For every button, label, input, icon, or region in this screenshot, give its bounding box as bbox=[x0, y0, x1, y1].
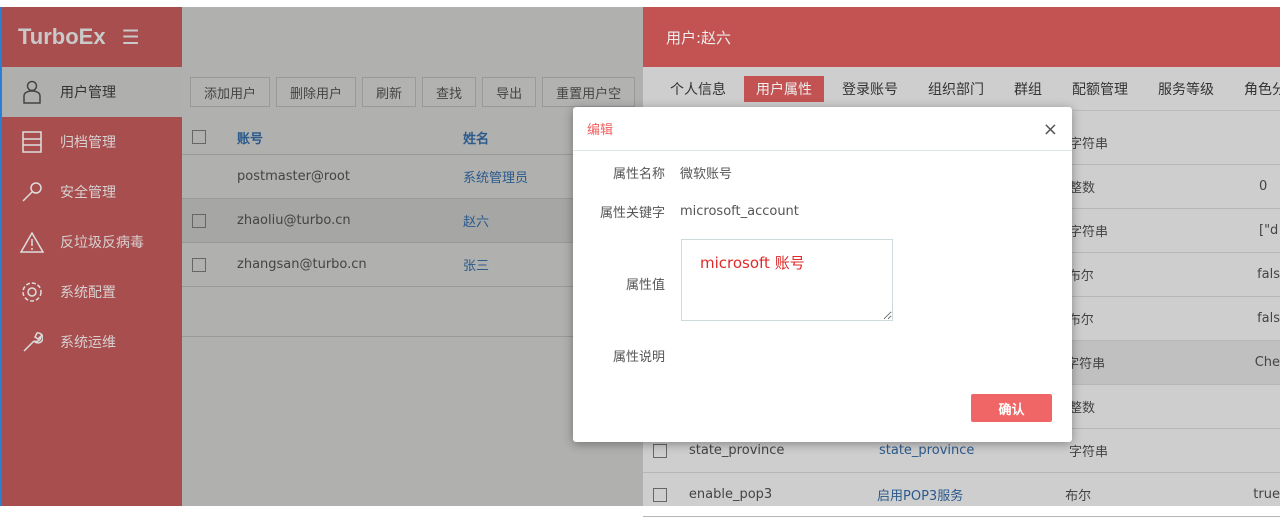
wrench-icon bbox=[20, 330, 44, 354]
attribute-value: fals bbox=[1257, 267, 1280, 282]
reset-user-space-button[interactable]: 重置用户空 bbox=[542, 77, 636, 107]
attribute-type: 字符串 bbox=[1066, 357, 1106, 372]
column-account[interactable]: 账号 bbox=[227, 128, 463, 147]
row-checkbox[interactable] bbox=[653, 443, 667, 458]
key-icon bbox=[20, 180, 44, 204]
sidebar-item-maintenance[interactable]: 系统运维 bbox=[2, 317, 182, 367]
hamburger-menu-icon[interactable]: ☰ bbox=[122, 25, 140, 50]
tab-groups[interactable]: 群组 bbox=[1002, 76, 1054, 102]
name-link[interactable]: 系统管理员 bbox=[463, 167, 528, 186]
field-attribute-value-label: 属性值 bbox=[573, 274, 680, 293]
row-checkbox[interactable] bbox=[653, 487, 667, 502]
field-value: 微软账号 bbox=[680, 167, 733, 182]
field-value: microsoft_account bbox=[680, 204, 799, 219]
field-attribute-name: 属性名称 微软账号 bbox=[573, 163, 732, 182]
field-attribute-key: 属性关键字 microsoft_account bbox=[573, 202, 799, 221]
tab-service-level[interactable]: 服务等级 bbox=[1146, 76, 1226, 102]
logo: TurboEx ☰ bbox=[2, 7, 182, 67]
dialog-title: 编辑 bbox=[587, 123, 614, 138]
row-checkbox[interactable] bbox=[192, 257, 206, 272]
attribute-value: 0 bbox=[1259, 179, 1268, 194]
gear-icon bbox=[20, 280, 44, 304]
sidebar-item-security[interactable]: 安全管理 bbox=[2, 167, 182, 217]
sidebar-item-label: 系统配置 bbox=[60, 285, 116, 301]
column-name[interactable]: 姓名 bbox=[463, 128, 489, 147]
tab-user-attributes[interactable]: 用户属性 bbox=[744, 75, 824, 102]
sidebar: TurboEx ☰ 用户管理 归档管理 安全管理 反垃圾反病毒 系统配置 系统运… bbox=[0, 7, 182, 506]
attribute-key: enable_pop3 bbox=[688, 487, 773, 502]
sidebar-item-label: 安全管理 bbox=[60, 185, 116, 201]
sidebar-item-user-management[interactable]: 用户管理 bbox=[2, 67, 182, 117]
delete-user-button[interactable]: 删除用户 bbox=[276, 77, 357, 107]
field-attribute-description: 属性说明 bbox=[573, 346, 680, 365]
server-icon bbox=[20, 130, 44, 154]
account-cell: postmaster@root bbox=[237, 169, 350, 184]
refresh-button[interactable]: 刷新 bbox=[362, 77, 417, 107]
attribute-type: 布尔 bbox=[1067, 269, 1094, 284]
attribute-type: 整数 bbox=[1069, 181, 1096, 196]
field-label: 属性关键字 bbox=[599, 206, 665, 221]
attribute-value-textarea[interactable] bbox=[681, 239, 893, 321]
account-cell: zhangsan@turbo.cn bbox=[237, 257, 367, 272]
add-user-button[interactable]: 添加用户 bbox=[190, 77, 271, 107]
field-label: 属性说明 bbox=[612, 350, 665, 365]
field-label: 属性名称 bbox=[612, 167, 665, 182]
tab-roles[interactable]: 角色分 bbox=[1232, 76, 1280, 102]
attribute-value: fals bbox=[1257, 311, 1280, 326]
row-checkbox-placeholder bbox=[192, 170, 206, 184]
dialog-header: 编辑 × bbox=[573, 107, 1072, 151]
sidebar-item-label: 归档管理 bbox=[60, 135, 116, 151]
field-label: 属性值 bbox=[625, 278, 665, 293]
name-link[interactable]: 张三 bbox=[463, 255, 489, 274]
attribute-type: 字符串 bbox=[1069, 225, 1109, 240]
table-row[interactable]: enable_pop3 启用POP3服务 布尔 true bbox=[643, 473, 1280, 517]
attribute-type: 字符串 bbox=[1069, 445, 1109, 460]
panel-tabs: 个人信息 用户属性 登录账号 组织部门 群组 配额管理 服务等级 角色分 bbox=[643, 67, 1280, 111]
confirm-button[interactable]: 确认 bbox=[971, 394, 1052, 422]
tab-personal-info[interactable]: 个人信息 bbox=[658, 76, 738, 102]
user-icon bbox=[20, 80, 44, 104]
sidebar-item-label: 用户管理 bbox=[60, 85, 116, 101]
top-strip bbox=[0, 0, 1280, 7]
row-checkbox[interactable] bbox=[192, 213, 206, 228]
toolbar: 添加用户 删除用户 刷新 查找 导出 重置用户空 bbox=[190, 77, 636, 107]
panel-title: 用户:赵六 bbox=[643, 7, 1280, 67]
sidebar-item-antispam[interactable]: 反垃圾反病毒 bbox=[2, 217, 182, 267]
sidebar-item-config[interactable]: 系统配置 bbox=[2, 267, 182, 317]
attribute-key: state_province bbox=[689, 443, 785, 458]
sidebar-item-label: 系统运维 bbox=[60, 335, 116, 351]
attribute-name-link[interactable]: 启用POP3服务 bbox=[877, 485, 1065, 504]
sidebar-item-label: 反垃圾反病毒 bbox=[60, 235, 144, 251]
attribute-value: ["d bbox=[1259, 223, 1279, 238]
attribute-type: 布尔 bbox=[1065, 489, 1092, 504]
close-icon[interactable]: × bbox=[1043, 119, 1058, 140]
attribute-type: 整数 bbox=[1069, 401, 1096, 416]
name-link[interactable]: 赵六 bbox=[463, 211, 489, 230]
attribute-type: 布尔 bbox=[1067, 313, 1094, 328]
account-cell: zhaoliu@turbo.cn bbox=[237, 213, 351, 228]
tab-quota[interactable]: 配额管理 bbox=[1060, 76, 1140, 102]
attribute-type: 字符串 bbox=[1069, 137, 1109, 152]
sidebar-item-archive[interactable]: 归档管理 bbox=[2, 117, 182, 167]
attribute-value: true bbox=[1253, 487, 1280, 502]
select-all-checkbox[interactable] bbox=[192, 130, 206, 144]
logo-text: TurboEx bbox=[18, 24, 106, 49]
attribute-name-link[interactable]: state_province bbox=[879, 443, 1069, 458]
warning-icon bbox=[20, 230, 44, 254]
tab-login-accounts[interactable]: 登录账号 bbox=[830, 76, 910, 102]
export-button[interactable]: 导出 bbox=[482, 77, 537, 107]
tab-departments[interactable]: 组织部门 bbox=[916, 76, 996, 102]
edit-dialog: 编辑 × 属性名称 微软账号 属性关键字 microsoft_account 属… bbox=[573, 107, 1072, 442]
attribute-value: Che bbox=[1254, 355, 1280, 370]
search-button[interactable]: 查找 bbox=[422, 77, 477, 107]
